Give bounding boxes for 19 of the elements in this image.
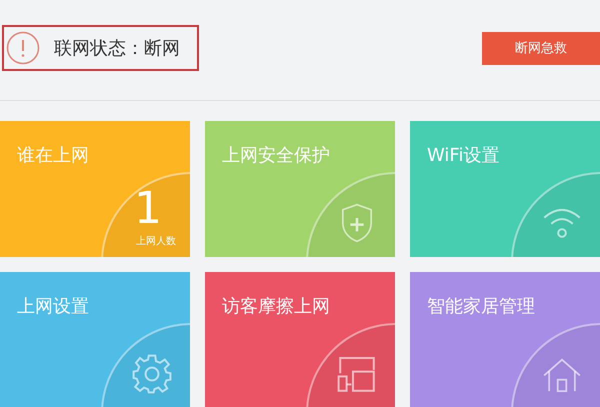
network-status-text: 联网状态：断网 bbox=[54, 37, 180, 60]
tile-title: 访客摩擦上网 bbox=[222, 295, 330, 318]
user-count: 1 bbox=[134, 187, 162, 231]
tile-title: 上网设置 bbox=[17, 295, 89, 318]
tile-title: 智能家居管理 bbox=[427, 295, 535, 318]
rescue-button[interactable]: 断网急救 bbox=[482, 32, 600, 64]
devices-icon bbox=[337, 354, 377, 394]
tile-title: 上网安全保护 bbox=[222, 144, 330, 167]
gear-icon bbox=[132, 354, 172, 394]
count-caption: 上网人数 bbox=[136, 234, 176, 248]
feature-tile[interactable]: 上网设置 bbox=[0, 272, 190, 407]
exclamation-icon bbox=[6, 31, 40, 65]
feature-tile[interactable]: 智能家居管理 bbox=[410, 272, 600, 407]
tile-title: 谁在上网 bbox=[17, 144, 89, 167]
feature-tile[interactable]: 访客摩擦上网 bbox=[205, 272, 395, 407]
feature-tile[interactable]: 上网安全保护 bbox=[205, 121, 395, 257]
tile-title: WiFi设置 bbox=[427, 144, 500, 167]
feature-tile[interactable]: 谁在上网 1 上网人数 bbox=[0, 121, 190, 257]
feature-tile[interactable]: WiFi设置 bbox=[410, 121, 600, 257]
